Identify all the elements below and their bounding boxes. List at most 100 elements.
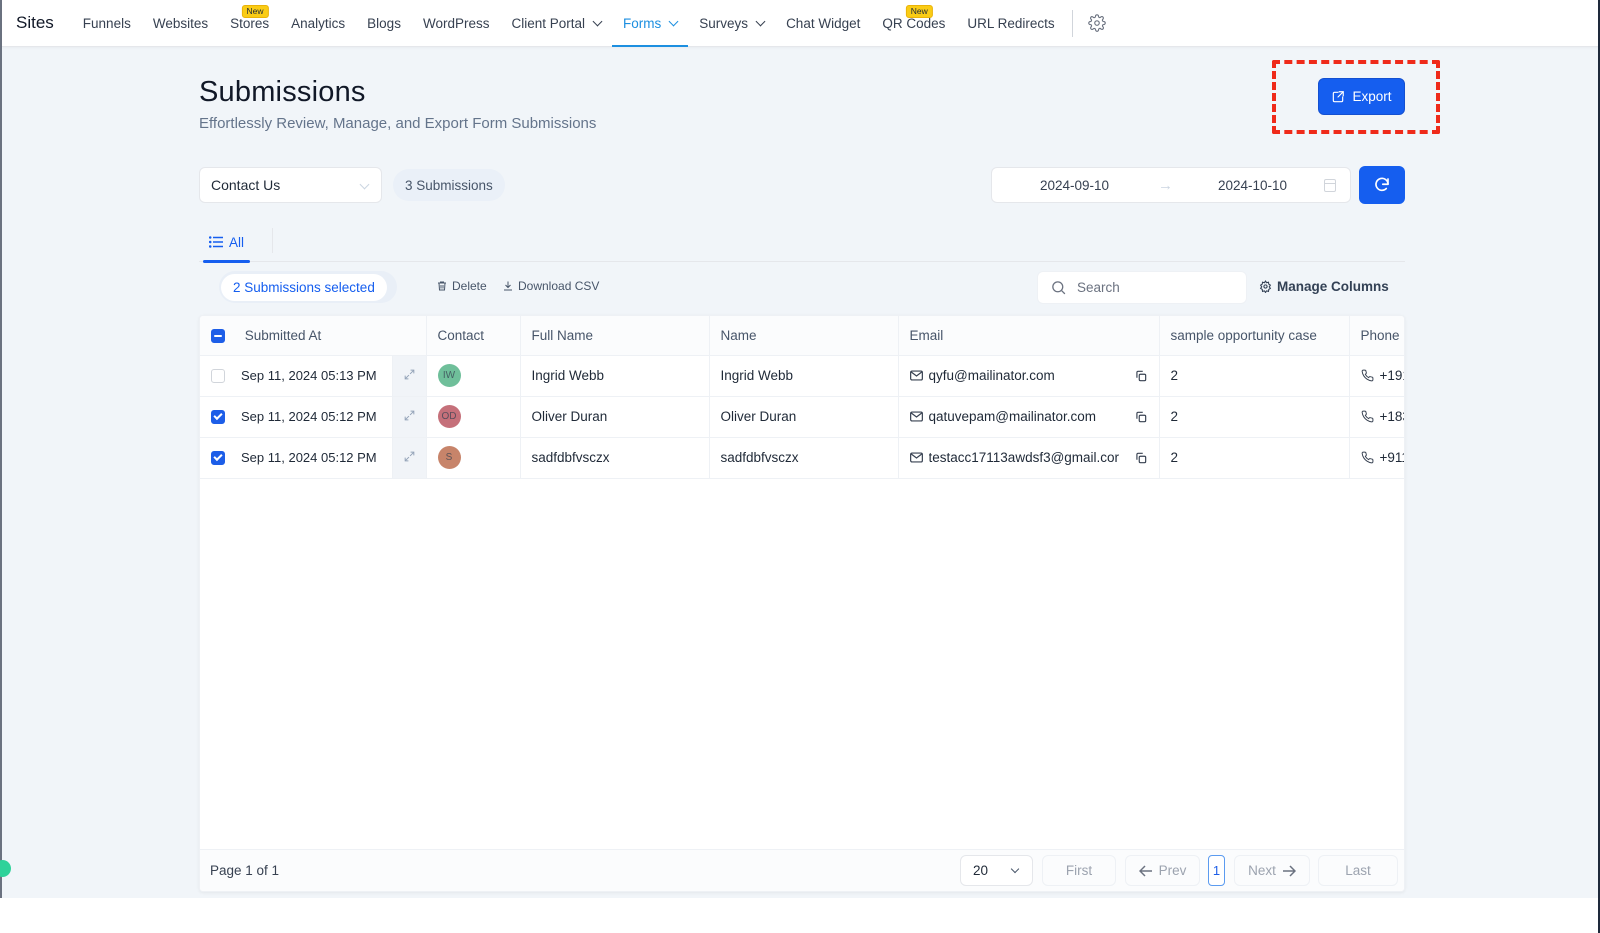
column-header-contact[interactable]: Contact — [426, 316, 521, 356]
column-header-sample-opportunity-case[interactable]: sample opportunity case — [1159, 316, 1350, 356]
expand-icon — [404, 451, 414, 461]
arrow-left-icon — [1138, 864, 1152, 877]
prev-page-button[interactable]: Prev — [1125, 855, 1200, 886]
nav-label: URL Redirects — [967, 15, 1055, 31]
column-header-name[interactable]: Name — [709, 316, 899, 356]
submissions-table: Submitted At Contact Full Name Name Emai… — [200, 316, 1405, 479]
current-page-button[interactable]: 1 — [1208, 855, 1225, 886]
last-page-button[interactable]: Last — [1318, 855, 1398, 886]
column-header-submitted-at[interactable]: Submitted At — [200, 316, 427, 356]
nav-label: QR Codes — [882, 15, 946, 31]
export-button[interactable]: Export — [1318, 78, 1405, 115]
expand-row-button[interactable] — [392, 437, 427, 479]
nav-item-analytics[interactable]: Analytics — [280, 0, 356, 47]
delete-label: Delete — [452, 279, 487, 293]
email-value: testacc17113awdsf3@gmail.cor — [928, 450, 1120, 465]
cell-email: qatuvepam@mailinator.com — [898, 396, 1160, 438]
select-all-checkbox[interactable] — [211, 328, 225, 343]
submitted-at: Sep 11, 2024 05:12 PM — [241, 450, 377, 465]
manage-columns-label: Manage Columns — [1277, 279, 1389, 294]
nav-item-chat-widget[interactable]: Chat Widget — [775, 0, 871, 47]
avatar[interactable]: OD — [437, 405, 461, 428]
column-header-email[interactable]: Email — [898, 316, 1160, 356]
arrow-right-icon — [1282, 864, 1296, 877]
phone-icon — [1361, 410, 1373, 423]
cell-contact: S — [426, 437, 521, 479]
chevron-down-icon — [755, 16, 766, 26]
prev-label: Prev — [1158, 863, 1187, 878]
date-end[interactable]: 2024-10-10 — [1218, 178, 1287, 193]
next-label: Next — [1248, 863, 1276, 878]
nav-label: Forms — [623, 15, 662, 31]
trash-icon — [438, 281, 446, 291]
submitted-at: Sep 11, 2024 05:13 PM — [241, 368, 377, 383]
delete-button[interactable]: Delete — [436, 279, 487, 293]
row-checkbox[interactable] — [211, 450, 225, 465]
column-header-full-name[interactable]: Full Name — [520, 316, 710, 356]
per-page-value: 20 — [973, 863, 989, 878]
cell-full-name: Ingrid Webb — [520, 355, 710, 397]
cell-name: Oliver Duran — [709, 396, 899, 438]
expand-row-button[interactable] — [392, 355, 427, 397]
nav-item-forms[interactable]: Forms — [612, 0, 689, 47]
email-value: qatuvepam@mailinator.com — [928, 409, 1097, 424]
nav-item-stores[interactable]: New Stores — [219, 0, 280, 47]
help-widget-bubble[interactable] — [0, 860, 11, 877]
pagination-bar: Page 1 of 1 20 First Prev 1 Next Last — [200, 849, 1404, 891]
row-checkbox[interactable] — [211, 409, 225, 424]
copy-icon[interactable] — [1134, 451, 1148, 465]
column-header-phone[interactable]: Phone — [1349, 316, 1404, 356]
nav-item-url-redirects[interactable]: URL Redirects — [956, 0, 1065, 47]
gear-icon[interactable] — [1087, 13, 1107, 33]
gear-icon — [1259, 280, 1272, 293]
nav-item-blogs[interactable]: Blogs — [356, 0, 412, 47]
cell-email: qyfu@mailinator.com — [898, 355, 1160, 397]
download-csv-button[interactable]: Download CSV — [502, 279, 599, 293]
cell-contact: OD — [426, 396, 521, 438]
first-page-button[interactable]: First — [1042, 855, 1116, 886]
search-input[interactable] — [1077, 280, 1227, 295]
next-page-button[interactable]: Next — [1234, 855, 1310, 886]
phone-value: +911 — [1379, 450, 1405, 465]
nav-item-surveys[interactable]: Surveys — [688, 0, 775, 47]
refresh-icon — [1375, 177, 1389, 192]
nav-item-websites[interactable]: Websites — [142, 0, 219, 47]
download-icon — [504, 281, 512, 291]
chevron-down-icon — [359, 179, 370, 190]
phone-value: +183 — [1379, 409, 1405, 424]
cell-email: testacc17113awdsf3@gmail.cor — [898, 437, 1160, 479]
table-row[interactable]: Sep 11, 2024 05:12 PM OD Oliver Duran Olive… — [200, 396, 1405, 438]
cell-opportunity: 2 — [1159, 355, 1350, 397]
table-row[interactable]: Sep 11, 2024 05:12 PM Ssadfdbfvsczx sadfdb… — [200, 437, 1405, 479]
copy-icon[interactable] — [1134, 369, 1148, 383]
nav-label: Analytics — [291, 15, 346, 31]
download-label: Download CSV — [518, 279, 600, 293]
tabs: All — [199, 222, 1405, 263]
tab-all[interactable]: All — [203, 222, 251, 263]
page-subtitle: Effortlessly Review, Manage, and Export … — [199, 115, 597, 132]
nav-item-funnels[interactable]: Funnels — [72, 0, 142, 47]
date-range-picker[interactable]: 2024-09-10 → 2024-10-10 — [991, 167, 1351, 203]
app-container: Sites Funnels Websites New Stores Analyt… — [0, 0, 1600, 898]
manage-columns-button[interactable]: Manage Columns — [1259, 279, 1389, 294]
form-select[interactable]: Contact Us — [199, 167, 382, 203]
refresh-button[interactable] — [1359, 166, 1405, 204]
copy-icon[interactable] — [1134, 410, 1148, 424]
date-start[interactable]: 2024-09-10 — [1040, 178, 1109, 193]
expand-row-button[interactable] — [392, 396, 427, 438]
nav-item-wordpress[interactable]: WordPress — [412, 0, 501, 47]
nav-item-client-portal[interactable]: Client Portal — [500, 0, 612, 47]
avatar[interactable]: S — [437, 446, 461, 469]
nav-label: Stores — [230, 15, 270, 31]
nav-divider — [1071, 9, 1073, 37]
per-page-select[interactable]: 20 — [960, 855, 1033, 886]
table-row[interactable]: Sep 11, 2024 05:13 PM IW Ingrid Webb Ingrid… — [200, 355, 1404, 397]
cell-full-name: sadfdbfvsczx — [520, 437, 710, 479]
nav-item-qr-codes[interactable]: New QR Codes — [871, 0, 956, 47]
list-icon — [209, 236, 223, 248]
calendar-icon — [1324, 179, 1336, 192]
chevron-down-icon — [668, 16, 679, 26]
expand-icon — [404, 369, 414, 379]
row-checkbox[interactable] — [211, 368, 225, 383]
avatar[interactable]: IW — [437, 364, 461, 387]
